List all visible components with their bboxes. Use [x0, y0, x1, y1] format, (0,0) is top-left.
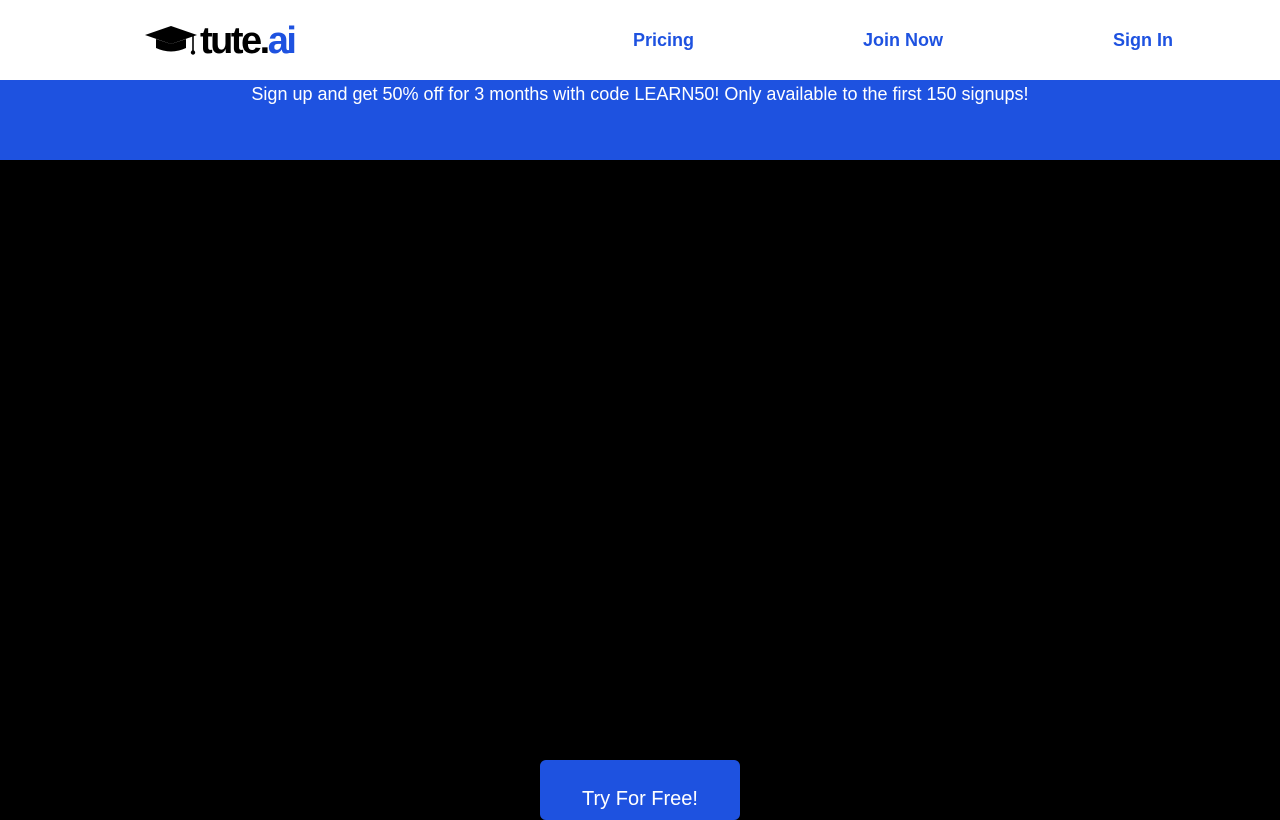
graduation-cap-icon — [145, 26, 197, 55]
nav-link-sign-in[interactable]: Sign In — [1113, 29, 1173, 51]
promo-banner: Sign up and get 50% off for 3 months wit… — [0, 80, 1280, 160]
nav-link-join-now[interactable]: Join Now — [863, 29, 943, 51]
try-for-free-button[interactable]: Try For Free! — [540, 760, 740, 820]
promo-text: Sign up and get 50% off for 3 months wit… — [251, 84, 1029, 104]
logo-wordmark: tute.ai — [200, 20, 297, 62]
logo-text-main: tute. — [200, 20, 270, 62]
nav-link-pricing[interactable]: Pricing — [633, 29, 694, 51]
hero-section — [0, 160, 1280, 800]
logo-link[interactable]: tute.ai — [145, 20, 297, 62]
top-navbar: tute.ai Pricing Join Now Sign In — [0, 0, 1280, 80]
logo-text-accent: ai — [267, 20, 297, 62]
